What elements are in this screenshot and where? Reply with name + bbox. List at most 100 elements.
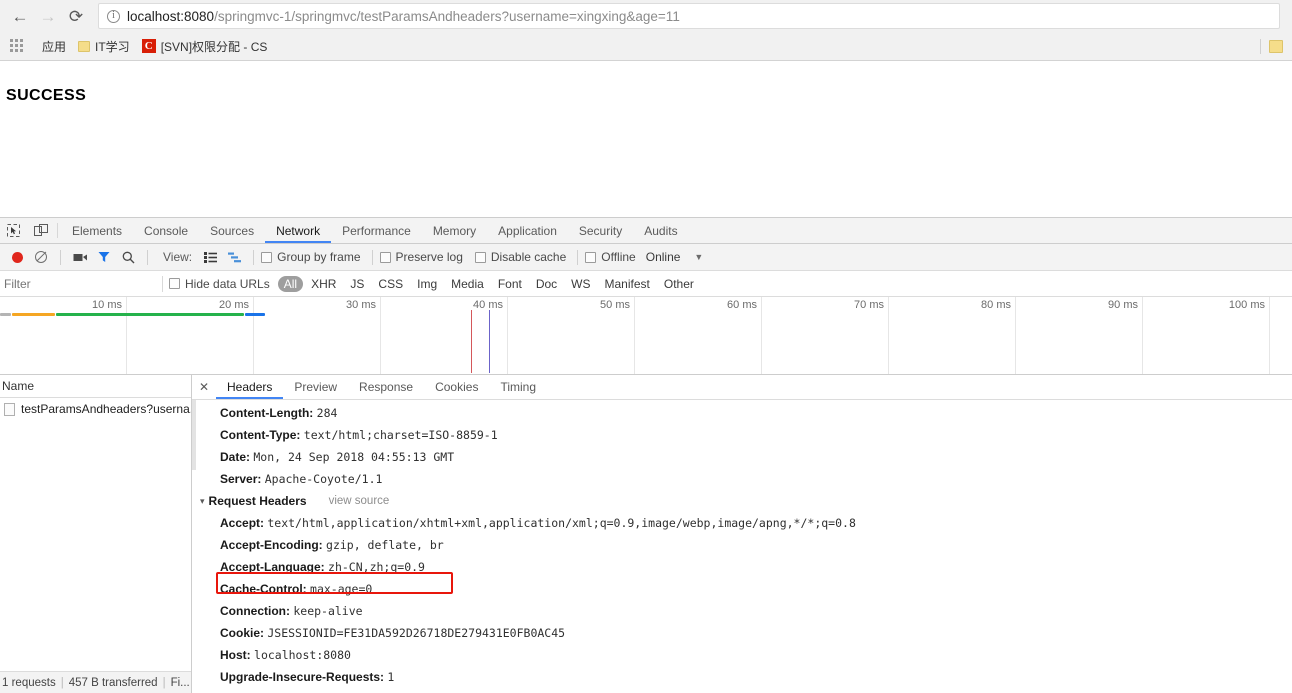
bookmark-folder-label: IT学习 bbox=[95, 39, 130, 54]
tab-network[interactable]: Network bbox=[265, 218, 331, 243]
device-toolbar-glyph bbox=[33, 224, 48, 236]
record-icon[interactable] bbox=[5, 245, 29, 269]
tab-application[interactable]: Application bbox=[487, 218, 568, 243]
inspect-element-icon[interactable] bbox=[0, 218, 27, 243]
filter-type-ws[interactable]: WS bbox=[565, 276, 596, 292]
folder-icon bbox=[78, 40, 91, 52]
view-source-link[interactable]: view source bbox=[329, 495, 390, 507]
close-icon[interactable]: ✕ bbox=[192, 375, 216, 399]
bookmark-csdn-label: [SVN]权限分配 - CS bbox=[160, 39, 268, 54]
network-overview[interactable]: 10 ms 20 ms 30 ms 40 ms 50 ms 60 ms 70 m… bbox=[0, 297, 1292, 375]
bookmark-apps[interactable]: 应用 bbox=[36, 35, 72, 57]
forward-arrow-icon[interactable]: → bbox=[34, 2, 62, 30]
filter-type-media[interactable]: Media bbox=[445, 276, 490, 292]
overview-bar-download bbox=[245, 313, 265, 316]
tab-memory[interactable]: Memory bbox=[422, 218, 487, 243]
list-view-icon[interactable] bbox=[198, 245, 222, 269]
header-name: Content-Type: bbox=[220, 428, 301, 442]
filter-type-all[interactable]: All bbox=[277, 275, 304, 292]
filter-type-doc[interactable]: Doc bbox=[530, 276, 563, 292]
triangle-down-icon: ▾ bbox=[200, 495, 205, 506]
document-icon bbox=[4, 402, 15, 416]
throttling-select[interactable]: Online bbox=[646, 250, 681, 264]
bookmarks-divider bbox=[1260, 39, 1261, 54]
headers-content: Content-Length: 284 Content-Type: text/h… bbox=[192, 400, 1292, 693]
offline-checkbox[interactable]: Offline bbox=[585, 250, 636, 264]
filter-input[interactable] bbox=[0, 276, 160, 291]
filter-icon[interactable] bbox=[92, 245, 116, 269]
device-toolbar-icon[interactable] bbox=[27, 218, 54, 243]
header-name: Upgrade-Insecure-Requests: bbox=[220, 670, 385, 684]
address-bar[interactable]: i localhost:8080/springmvc-1/springmvc/t… bbox=[98, 3, 1280, 29]
table-row[interactable]: testParamsAndheaders?userna... bbox=[0, 398, 191, 420]
browser-toolbar: ← → ⟳ i localhost:8080/springmvc-1/sprin… bbox=[0, 0, 1292, 32]
header-name: Accept-Language: bbox=[220, 560, 325, 574]
overview-tick: 90 ms bbox=[1016, 297, 1143, 374]
request-list-header[interactable]: Name bbox=[0, 375, 191, 398]
bookmark-folder-it-study[interactable]: IT学习 bbox=[72, 35, 136, 57]
filter-type-manifest[interactable]: Manifest bbox=[599, 276, 656, 292]
hide-data-urls-checkbox[interactable]: Hide data URLs bbox=[169, 277, 270, 291]
group-by-frame-checkbox[interactable]: Group by frame bbox=[261, 250, 361, 264]
tab-performance[interactable]: Performance bbox=[331, 218, 422, 243]
chevron-down-icon[interactable]: ▼ bbox=[694, 252, 703, 262]
apps-grid-icon[interactable] bbox=[10, 39, 28, 53]
tab-audits[interactable]: Audits bbox=[633, 218, 688, 243]
filter-type-css[interactable]: CSS bbox=[372, 276, 409, 292]
header-name: Cache-Control: bbox=[220, 582, 307, 596]
page-info-icon[interactable]: i bbox=[107, 9, 120, 23]
waterfall-view-glyph bbox=[227, 252, 241, 262]
tab-elements[interactable]: Elements bbox=[61, 218, 133, 243]
bookmark-csdn[interactable]: C [SVN]权限分配 - CS bbox=[136, 35, 274, 57]
bookmarks-overflow[interactable] bbox=[1252, 32, 1288, 61]
url-host: localhost:8080 bbox=[127, 8, 215, 24]
overview-tick: 60 ms bbox=[635, 297, 762, 374]
filter-type-xhr[interactable]: XHR bbox=[305, 276, 342, 292]
request-name: testParamsAndheaders?userna... bbox=[21, 402, 191, 416]
preserve-log-checkbox[interactable]: Preserve log bbox=[379, 250, 463, 264]
checkbox-box bbox=[261, 251, 273, 263]
filter-type-other[interactable]: Other bbox=[658, 276, 700, 292]
detail-tab-preview[interactable]: Preview bbox=[283, 375, 348, 399]
request-headers-title: Request Headers bbox=[208, 494, 307, 508]
overview-tick: 80 ms bbox=[889, 297, 1016, 374]
clear-icon[interactable] bbox=[29, 245, 53, 269]
filter-type-js[interactable]: JS bbox=[344, 276, 370, 292]
overview-tick-label: 100 ms bbox=[1228, 299, 1265, 311]
overview-tick: 30 ms bbox=[254, 297, 381, 374]
toolbar-divider bbox=[371, 249, 373, 265]
request-headers-section-toggle[interactable]: ▾ Request Headers view source bbox=[192, 490, 1292, 512]
disable-cache-checkbox[interactable]: Disable cache bbox=[474, 250, 566, 264]
header-name: Cookie: bbox=[220, 626, 265, 640]
overview-bar-stalled bbox=[12, 313, 55, 316]
bookmark-apps-label: 应用 bbox=[42, 39, 67, 54]
load-event-line bbox=[489, 310, 490, 373]
tab-security[interactable]: Security bbox=[568, 218, 633, 243]
header-name: Date: bbox=[220, 450, 251, 464]
waterfall-view-icon[interactable] bbox=[222, 245, 246, 269]
filter-type-img[interactable]: Img bbox=[411, 276, 443, 292]
overview-tick-label: 60 ms bbox=[727, 299, 757, 311]
toolbar-divider bbox=[57, 223, 58, 238]
tab-console[interactable]: Console bbox=[133, 218, 199, 243]
search-icon[interactable] bbox=[116, 245, 140, 269]
status-divider: | bbox=[162, 676, 166, 689]
detail-tab-cookies[interactable]: Cookies bbox=[424, 375, 489, 399]
url-text: localhost:8080/springmvc-1/springmvc/tes… bbox=[127, 9, 680, 24]
detail-tab-response[interactable]: Response bbox=[348, 375, 424, 399]
request-list-empty-space bbox=[0, 420, 191, 671]
back-arrow-icon[interactable]: ← bbox=[6, 2, 34, 30]
overview-bar-queueing bbox=[0, 313, 11, 316]
overview-tick: 20 ms bbox=[127, 297, 254, 374]
header-value: 284 bbox=[316, 406, 338, 420]
header-row: Cookie: JSESSIONID=FE31DA592D26718DE2794… bbox=[192, 622, 1292, 644]
camera-icon[interactable] bbox=[68, 245, 92, 269]
folder-icon[interactable] bbox=[1269, 40, 1283, 53]
detail-tab-headers[interactable]: Headers bbox=[216, 375, 283, 399]
reload-icon[interactable]: ⟳ bbox=[62, 2, 90, 30]
detail-tab-timing[interactable]: Timing bbox=[489, 375, 547, 399]
csdn-icon: C bbox=[141, 39, 156, 53]
tab-sources[interactable]: Sources bbox=[199, 218, 265, 243]
filter-type-font[interactable]: Font bbox=[492, 276, 528, 292]
filter-divider bbox=[162, 275, 163, 292]
